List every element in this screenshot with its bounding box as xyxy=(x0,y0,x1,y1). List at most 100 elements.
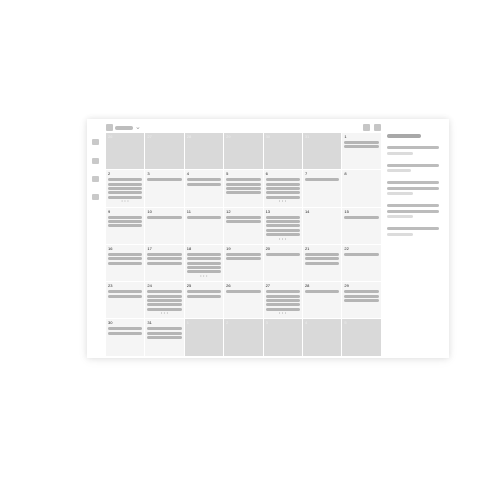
day-cell[interactable]: 29 xyxy=(342,282,382,320)
event-bar[interactable] xyxy=(108,331,143,335)
day-cell[interactable]: 28 xyxy=(184,133,225,171)
event-bar[interactable] xyxy=(147,252,182,256)
day-cell[interactable]: 8 xyxy=(342,170,382,208)
event-bar[interactable] xyxy=(344,294,379,298)
event-bar[interactable] xyxy=(186,266,222,270)
event-bar[interactable] xyxy=(186,261,222,265)
day-cell[interactable]: 10 xyxy=(145,207,185,245)
event-bar[interactable] xyxy=(226,252,261,256)
day-cell[interactable]: 18 • • • xyxy=(184,244,225,283)
event-bar[interactable] xyxy=(108,224,143,228)
event-bar[interactable] xyxy=(265,252,300,256)
event-bar[interactable] xyxy=(108,252,143,256)
chevron-down-icon[interactable]: ⌄ xyxy=(135,124,141,131)
day-cell[interactable]: 27 • • • xyxy=(263,282,303,320)
day-cell[interactable]: 7 xyxy=(302,170,343,208)
more-events-indicator[interactable]: • • • xyxy=(147,311,181,315)
day-cell[interactable]: 4 xyxy=(184,170,225,208)
event-bar[interactable] xyxy=(108,178,143,182)
day-cell[interactable]: 31 xyxy=(302,133,343,171)
rail-nav-button[interactable] xyxy=(92,176,99,182)
day-cell[interactable]: 22 xyxy=(342,244,382,283)
event-bar[interactable] xyxy=(108,257,143,261)
agenda-item[interactable] xyxy=(387,181,439,184)
day-cell[interactable]: 21 xyxy=(302,244,343,283)
day-cell[interactable]: 3 xyxy=(145,170,185,208)
more-events-indicator[interactable]: • • • xyxy=(266,200,300,203)
day-cell[interactable]: 19 xyxy=(224,244,264,283)
event-bar[interactable] xyxy=(265,219,300,223)
more-events-indicator[interactable]: • • • xyxy=(266,311,300,315)
event-bar[interactable] xyxy=(265,187,300,191)
event-bar[interactable] xyxy=(265,224,300,228)
event-bar[interactable] xyxy=(186,270,222,274)
next-month-button[interactable] xyxy=(374,124,381,131)
event-bar[interactable] xyxy=(147,290,182,294)
event-bar[interactable] xyxy=(226,178,261,182)
event-bar[interactable] xyxy=(108,182,143,186)
day-cell[interactable]: 5 xyxy=(342,319,382,357)
event-bar[interactable] xyxy=(147,336,182,340)
event-bar[interactable] xyxy=(226,191,261,195)
event-bar[interactable] xyxy=(147,331,182,335)
event-bar[interactable] xyxy=(108,187,143,191)
event-bar[interactable] xyxy=(265,303,300,307)
event-bar[interactable] xyxy=(147,257,182,261)
day-cell[interactable]: 29 xyxy=(224,133,264,171)
day-cell[interactable]: 15 xyxy=(342,207,382,245)
day-cell[interactable]: 30 xyxy=(106,319,146,357)
day-cell[interactable]: 24 • • • xyxy=(145,282,185,320)
event-bar[interactable] xyxy=(108,219,143,223)
event-bar[interactable] xyxy=(265,290,300,294)
day-cell[interactable]: 31 xyxy=(145,319,185,357)
month-selector[interactable] xyxy=(115,126,133,130)
day-cell[interactable]: 13 • • • xyxy=(263,207,303,245)
event-bar[interactable] xyxy=(226,182,261,186)
day-cell[interactable]: 12 xyxy=(224,207,264,245)
event-bar[interactable] xyxy=(265,228,300,232)
event-bar[interactable] xyxy=(108,327,143,331)
event-bar[interactable] xyxy=(108,191,143,195)
event-bar[interactable] xyxy=(344,215,379,219)
event-bar[interactable] xyxy=(147,215,182,219)
event-bar[interactable] xyxy=(265,182,300,186)
day-cell[interactable]: 17 xyxy=(145,244,185,283)
day-cell[interactable]: 1 xyxy=(342,133,382,171)
day-cell[interactable]: 11 xyxy=(184,207,225,245)
event-bar[interactable] xyxy=(186,178,222,182)
prev-month-button[interactable] xyxy=(106,124,113,131)
day-cell[interactable]: 4 xyxy=(302,319,343,357)
event-bar[interactable] xyxy=(344,141,379,144)
day-cell[interactable]: 1 xyxy=(184,319,225,357)
event-bar[interactable] xyxy=(304,178,340,182)
day-cell[interactable]: 9 xyxy=(106,207,146,245)
day-cell[interactable]: 23 xyxy=(106,282,146,320)
day-cell[interactable]: 28 xyxy=(302,282,343,320)
agenda-item[interactable] xyxy=(387,209,439,213)
view-toggle-button[interactable] xyxy=(363,124,370,131)
event-bar[interactable] xyxy=(108,294,143,298)
event-bar[interactable] xyxy=(344,290,379,294)
event-bar[interactable] xyxy=(226,290,261,294)
event-bar[interactable] xyxy=(226,215,261,219)
rail-nav-button[interactable] xyxy=(92,194,99,200)
agenda-item[interactable] xyxy=(387,186,439,190)
event-bar[interactable] xyxy=(108,261,143,265)
day-cell[interactable]: 14 xyxy=(302,207,343,245)
day-cell[interactable]: 6 • • • xyxy=(263,170,303,208)
event-bar[interactable] xyxy=(226,187,261,191)
more-events-indicator[interactable]: • • • xyxy=(108,200,142,203)
agenda-item[interactable] xyxy=(387,146,439,149)
event-bar[interactable] xyxy=(147,294,182,298)
event-bar[interactable] xyxy=(344,298,379,302)
agenda-item[interactable] xyxy=(387,204,439,207)
event-bar[interactable] xyxy=(186,182,222,186)
day-cell[interactable]: 20 xyxy=(263,244,303,283)
event-bar[interactable] xyxy=(108,215,143,219)
event-bar[interactable] xyxy=(265,294,300,298)
event-bar[interactable] xyxy=(304,261,340,265)
event-bar[interactable] xyxy=(186,290,222,294)
event-bar[interactable] xyxy=(186,252,222,256)
agenda-item[interactable] xyxy=(387,227,439,230)
more-events-indicator[interactable]: • • • xyxy=(187,274,221,278)
